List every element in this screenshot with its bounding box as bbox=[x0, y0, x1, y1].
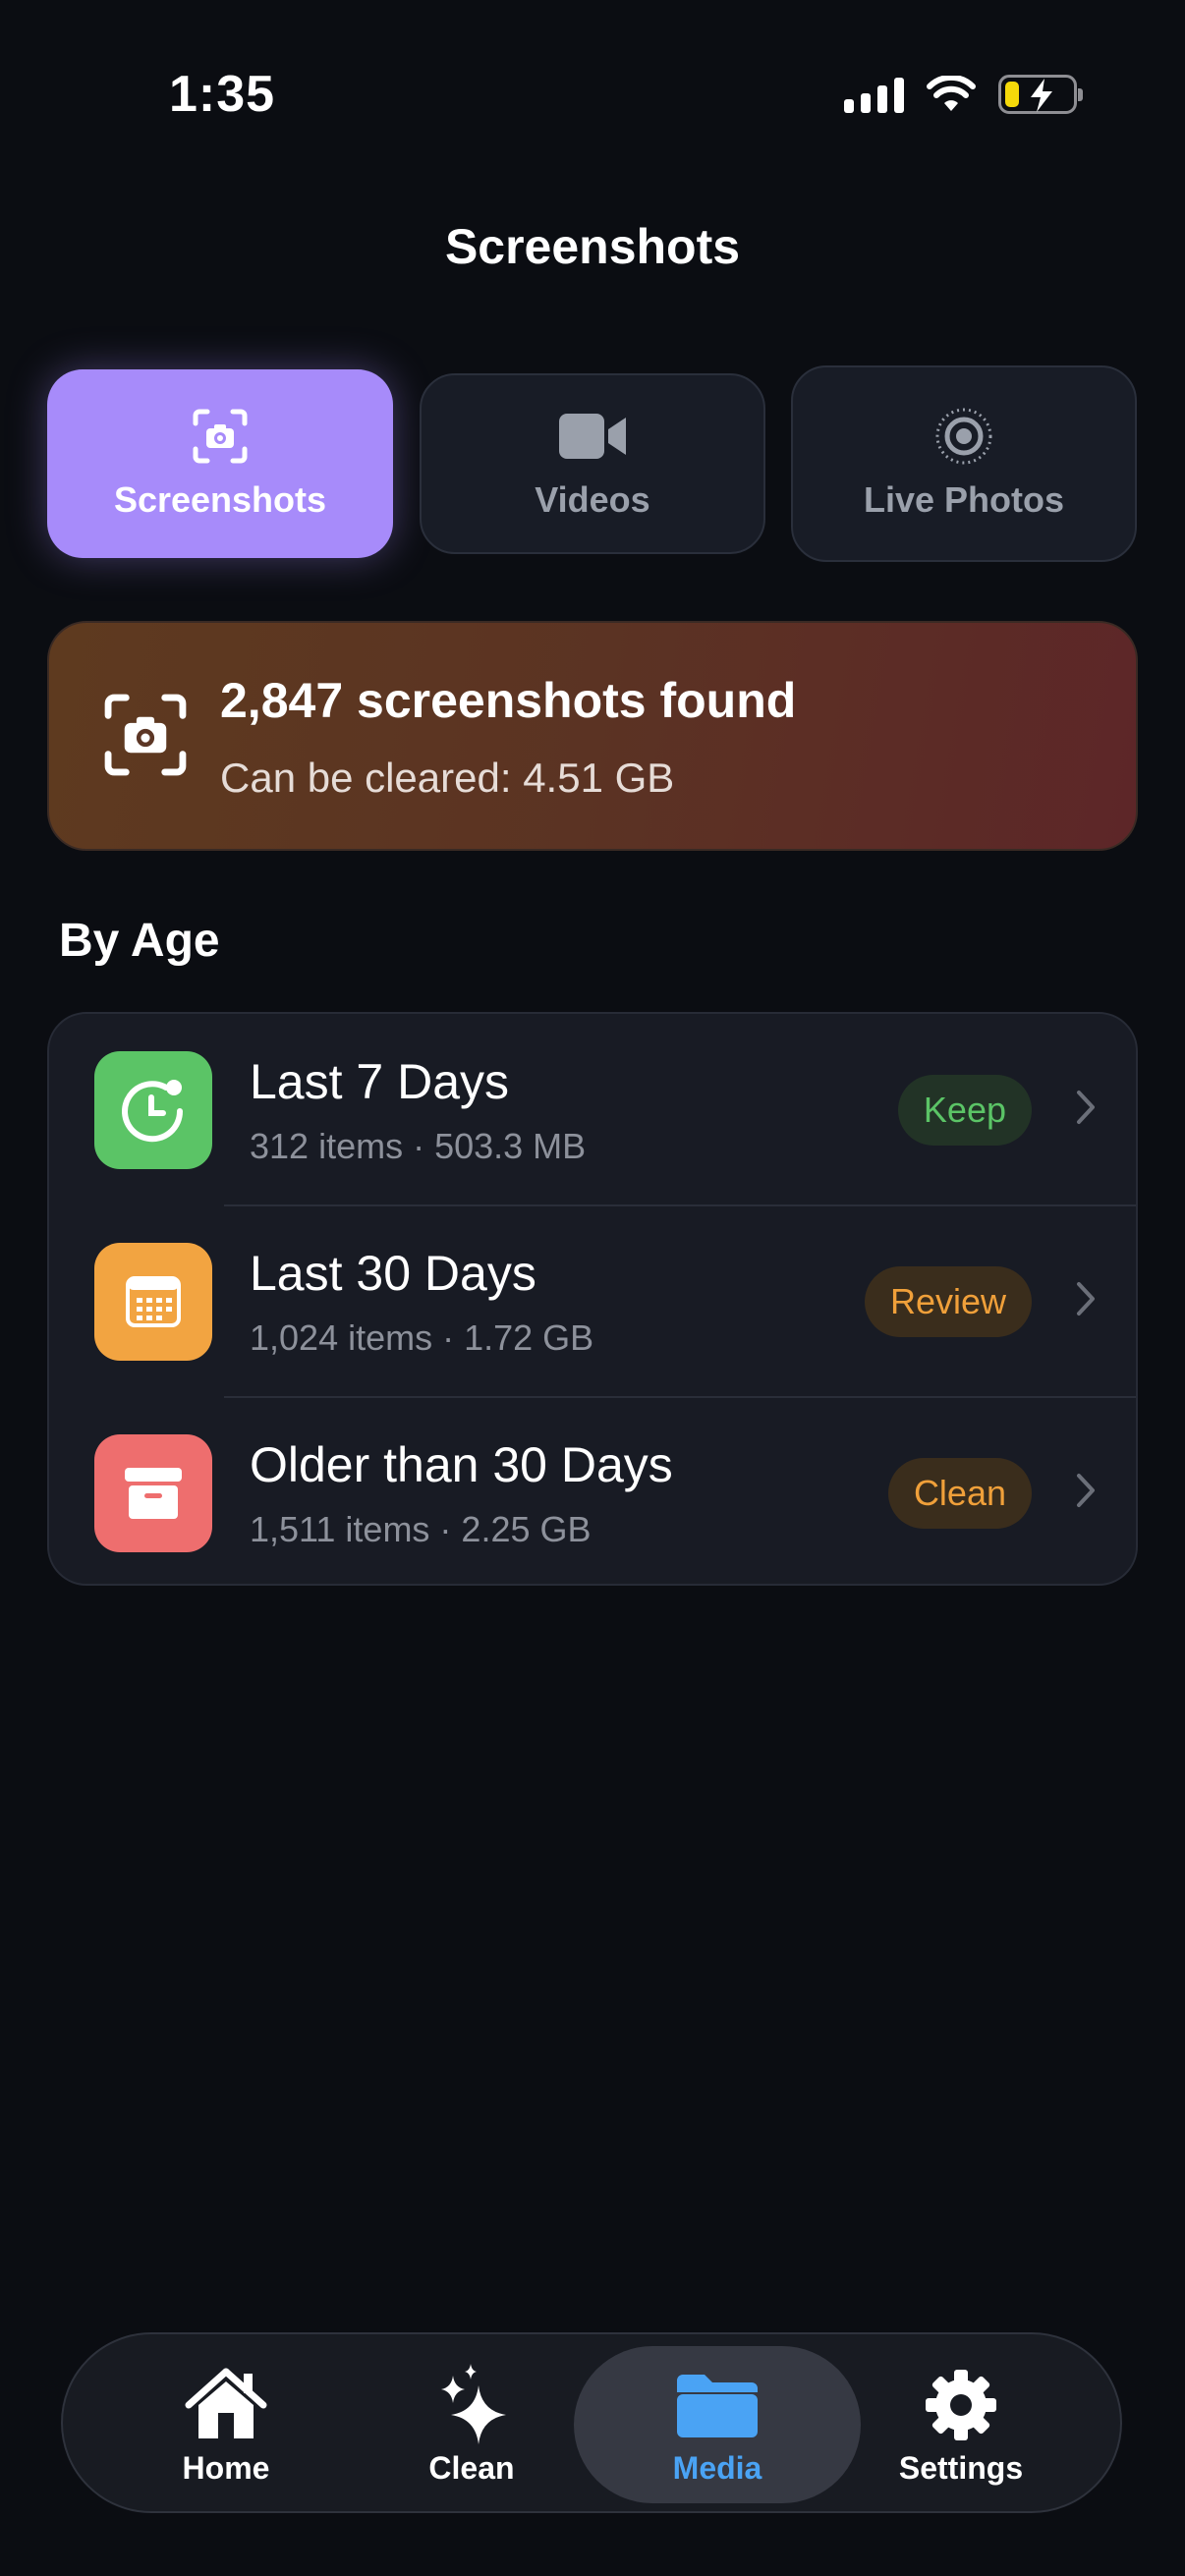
row-subtitle: 1,024 items · 1.72 GB bbox=[250, 1317, 594, 1358]
status-badge: Keep bbox=[897, 1075, 1032, 1146]
chevron-right-icon bbox=[1077, 1091, 1095, 1124]
nav-clean[interactable]: Clean bbox=[328, 2346, 615, 2503]
row-title: Older than 30 Days bbox=[250, 1437, 673, 1492]
age-group-list: Last 7 Days 312 items · 503.3 MB Keep La… bbox=[47, 1012, 1138, 1586]
sparkles-icon bbox=[441, 2363, 506, 2444]
chevron-right-icon bbox=[1077, 1282, 1095, 1316]
media-type-tabs: Screenshots Videos Live Photos bbox=[47, 365, 1138, 562]
battery-charging-icon bbox=[998, 75, 1083, 114]
tab-screenshots[interactable]: Screenshots bbox=[47, 369, 393, 558]
video-camera-icon bbox=[559, 414, 626, 459]
status-time: 1:35 bbox=[169, 66, 276, 123]
calendar-icon bbox=[94, 1243, 212, 1361]
nav-label: Settings bbox=[898, 2449, 1024, 2486]
clock-badge-icon bbox=[94, 1051, 212, 1169]
row-title: Last 30 Days bbox=[250, 1246, 536, 1301]
age-row-last-7-days[interactable]: Last 7 Days 312 items · 503.3 MB Keep bbox=[49, 1014, 1136, 1204]
summary-title: 2,847 screenshots found bbox=[220, 673, 797, 728]
tab-videos[interactable]: Videos bbox=[420, 373, 765, 554]
camera-viewfinder-icon bbox=[102, 692, 189, 783]
age-row-older-than-30-days[interactable]: Older than 30 Days 1,511 items · 2.25 GB… bbox=[49, 1397, 1136, 1584]
nav-settings[interactable]: Settings bbox=[818, 2346, 1104, 2503]
nav-home[interactable]: Home bbox=[83, 2346, 369, 2503]
chevron-right-icon bbox=[1077, 1474, 1095, 1507]
screenshots-summary-card: 2,847 screenshots found Can be cleared: … bbox=[47, 621, 1138, 851]
nav-label: Media bbox=[672, 2449, 762, 2486]
row-title: Last 7 Days bbox=[250, 1054, 510, 1109]
tab-label: Screenshots bbox=[113, 479, 327, 520]
tab-label: Videos bbox=[535, 479, 650, 520]
status-icons bbox=[844, 75, 1083, 114]
nav-label: Clean bbox=[428, 2449, 515, 2486]
tab-live-photos[interactable]: Live Photos bbox=[791, 365, 1137, 562]
house-icon bbox=[185, 2368, 267, 2438]
status-badge: Clean bbox=[887, 1458, 1032, 1529]
cellular-signal-icon bbox=[844, 76, 904, 113]
status-badge: Review bbox=[864, 1266, 1032, 1337]
live-photo-icon bbox=[935, 408, 992, 465]
age-row-last-30-days[interactable]: Last 30 Days 1,024 items · 1.72 GB Revie… bbox=[49, 1205, 1136, 1396]
row-subtitle: 312 items · 503.3 MB bbox=[250, 1126, 587, 1166]
bottom-tab-bar: Home Clean Media Settings bbox=[61, 2332, 1122, 2513]
page-title: Screenshots bbox=[444, 219, 741, 274]
wifi-icon bbox=[927, 76, 976, 111]
screen: 1:35 Screenshots Screenshots Videos Live… bbox=[0, 0, 1185, 2576]
summary-subtitle: Can be cleared: 4.51 GB bbox=[220, 755, 675, 801]
row-subtitle: 1,511 items · 2.25 GB bbox=[250, 1509, 592, 1549]
nav-label: Home bbox=[182, 2449, 270, 2486]
gear-icon bbox=[926, 2369, 996, 2440]
tab-label: Live Photos bbox=[863, 479, 1065, 520]
section-title: By Age bbox=[59, 915, 220, 967]
folder-icon bbox=[677, 2374, 758, 2437]
archive-box-icon bbox=[94, 1434, 212, 1552]
camera-viewfinder-icon bbox=[193, 409, 248, 464]
